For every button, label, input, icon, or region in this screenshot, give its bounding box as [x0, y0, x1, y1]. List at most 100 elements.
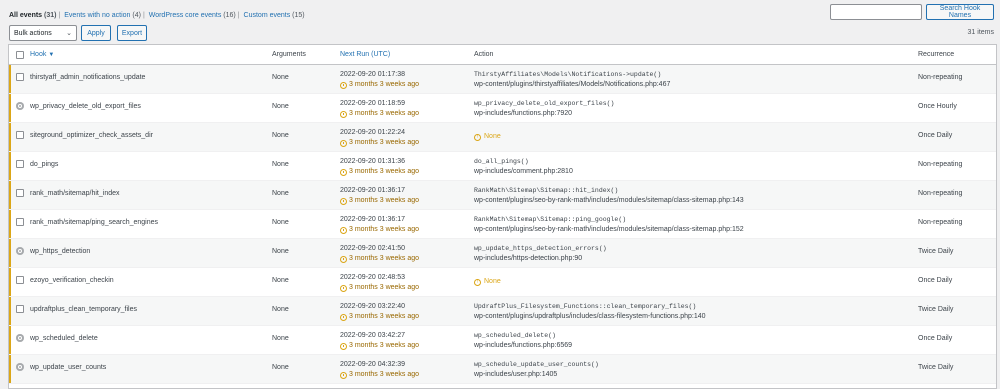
search-input[interactable] [830, 4, 922, 20]
row-checkbox[interactable] [15, 131, 24, 139]
recurrence-column-header: Recurrence [918, 51, 955, 58]
next-run-time: 2022-09-20 02:41:50 [340, 245, 405, 252]
table-row: thirstyaff_admin_notifications_update No… [9, 65, 996, 94]
wordpress-core-icon [15, 102, 24, 110]
hook-name[interactable]: wp_privacy_delete_old_export_files [30, 94, 272, 110]
action-cell: ! None [474, 123, 918, 142]
next-run-cell: 2022-09-20 01:18:59 3 months 3 weeks ago [340, 94, 474, 119]
action-callback: RankMath\Sitemap\Sitemap::ping_google() [474, 216, 627, 223]
select-all-checkbox[interactable] [15, 50, 24, 59]
row-checkbox[interactable] [15, 73, 24, 81]
hook-name[interactable]: rank_math/sitemap/hit_index [30, 181, 272, 197]
action-file: wp-includes/https-detection.php:90 [474, 255, 583, 262]
table-row: wp_privacy_delete_old_export_files None … [9, 94, 996, 123]
table-row: wp_scheduled_delete None 2022-09-20 03:4… [9, 326, 996, 355]
recurrence-value: Non-repeating [918, 161, 963, 168]
action-cell: UpdraftPlus_Filesystem_Functions::clean_… [474, 297, 918, 322]
hook-name[interactable]: rank_math/sitemap/ping_search_engines [30, 210, 272, 226]
event-filter-links: All events (31) | Events with no action (… [9, 12, 305, 19]
action-cell: RankMath\Sitemap\Sitemap::ping_google()w… [474, 210, 918, 235]
action-callback: do_all_pings() [474, 158, 529, 165]
action-callback: RankMath\Sitemap\Sitemap::hit_index() [474, 187, 619, 194]
row-checkbox[interactable] [15, 305, 24, 313]
next-run-cell: 2022-09-20 03:42:27 3 months 3 weeks ago [340, 326, 474, 351]
hook-column-sort[interactable]: Hook [30, 51, 46, 58]
bulk-actions-select[interactable]: Bulk actions ⌄ [9, 25, 77, 41]
next-run-relative: 3 months 3 weeks ago [340, 167, 474, 177]
events-table: Hook ▼ Arguments Next Run (UTC) Action Re… [8, 44, 997, 389]
arguments-value: None [272, 248, 289, 255]
next-run-time: 2022-09-20 02:48:53 [340, 274, 405, 281]
action-callback: UpdraftPlus_Filesystem_Functions::clean_… [474, 303, 697, 310]
action-file: wp-includes/user.php:1405 [474, 371, 558, 378]
next-run-time: 2022-09-20 01:31:36 [340, 158, 405, 165]
next-run-time: 2022-09-20 03:22:40 [340, 303, 405, 310]
next-run-cell: 2022-09-20 02:48:53 3 months 3 weeks ago [340, 268, 474, 293]
search-box: Search Hook Names [830, 4, 994, 20]
action-cell: RankMath\Sitemap\Sitemap::hit_index() wp-… [474, 181, 918, 206]
action-file: wp-includes/comment.php:2810 [474, 168, 573, 175]
action-cell: wp_update_https_detection_errors() wp-inc… [474, 239, 918, 264]
next-run-cell: 2022-09-20 02:41:50 3 months 3 weeks ago [340, 239, 474, 264]
clock-icon [340, 342, 347, 350]
table-row: do_pings None 2022-09-20 01:31:36 3 mont… [9, 152, 996, 181]
hook-name[interactable]: updraftplus_clean_temporary_files [30, 297, 272, 313]
arguments-value: None [272, 335, 289, 342]
action-callback: wp_update_https_detection_errors() [474, 245, 607, 252]
next-run-cell: 2022-09-20 03:22:40 3 months 3 weeks ago [340, 297, 474, 322]
clock-icon [340, 168, 347, 176]
filter-all-events[interactable]: All events (31) [9, 12, 56, 19]
clock-icon [340, 313, 347, 321]
action-cell: wp_schedule_update_user_counts() wp-inclu… [474, 355, 918, 380]
recurrence-value: Once Daily [918, 132, 953, 139]
next-run-time: 2022-09-20 04:32:39 [340, 361, 405, 368]
row-checkbox[interactable] [15, 160, 24, 168]
next-run-relative: 3 months 3 weeks ago [340, 196, 474, 206]
action-file: wp-content/plugins/updraftplus/includes/… [474, 313, 706, 320]
wordpress-core-icon [15, 363, 24, 371]
row-checkbox[interactable] [15, 218, 24, 226]
hook-name[interactable]: wp_https_detection [30, 239, 272, 255]
clock-icon [340, 81, 347, 89]
hook-name[interactable]: siteground_optimizer_check_assets_dir [30, 123, 272, 139]
arguments-value: None [272, 103, 289, 110]
arguments-value: None [272, 306, 289, 313]
arguments-value: None [272, 277, 289, 284]
hook-name[interactable]: do_pings [30, 152, 272, 168]
wordpress-core-icon [15, 247, 24, 255]
row-checkbox[interactable] [15, 189, 24, 197]
hook-name[interactable]: ezoyo_verification_checkin [30, 268, 272, 284]
filter-custom-events[interactable]: Custom events (15) [244, 12, 305, 19]
next-run-cell: 2022-09-20 01:22:24 3 months 3 weeks ago [340, 123, 474, 148]
hook-name[interactable]: wp_scheduled_delete [30, 326, 272, 342]
warning-icon: ! [474, 133, 481, 141]
arguments-value: None [272, 132, 289, 139]
bulk-actions-bar: Bulk actions ⌄ Apply Export [9, 25, 147, 41]
hook-name[interactable]: thirstyaff_admin_notifications_update [30, 65, 272, 81]
hook-name[interactable]: wp_update_user_counts [30, 355, 272, 371]
export-button[interactable]: Export [117, 25, 147, 41]
arguments-column-header: Arguments [272, 51, 306, 58]
next-run-relative: 3 months 3 weeks ago [340, 283, 474, 293]
warning-icon: ! [474, 278, 481, 286]
clock-icon [340, 255, 347, 263]
search-hook-names-button[interactable]: Search Hook Names [926, 4, 994, 20]
action-callback: wp_privacy_delete_old_export_files() [474, 100, 615, 107]
next-run-cell: 2022-09-20 01:17:38 3 months 3 weeks ago [340, 65, 474, 90]
recurrence-value: Non-repeating [918, 219, 963, 226]
filter-core-events[interactable]: WordPress core events (16) [149, 12, 236, 19]
next-run-time: 2022-09-20 01:36:17 [340, 216, 405, 223]
table-header: Hook ▼ Arguments Next Run (UTC) Action Re… [9, 45, 996, 65]
next-run-column-sort[interactable]: Next Run (UTC) [340, 51, 390, 58]
next-run-relative: 3 months 3 weeks ago [340, 138, 474, 148]
next-run-relative: 3 months 3 weeks ago [340, 341, 474, 351]
apply-button[interactable]: Apply [81, 25, 111, 41]
table-row: siteground_optimizer_check_assets_dir No… [9, 123, 996, 152]
clock-icon [340, 197, 347, 205]
arguments-value: None [272, 219, 289, 226]
row-checkbox[interactable] [15, 276, 24, 284]
filter-no-action[interactable]: Events with no action (4) [64, 12, 141, 19]
table-row: updraftplus_clean_temporary_files None 2… [9, 297, 996, 326]
arguments-value: None [272, 190, 289, 197]
action-file: wp-content/plugins/seo-by-rank-math/incl… [474, 226, 744, 233]
